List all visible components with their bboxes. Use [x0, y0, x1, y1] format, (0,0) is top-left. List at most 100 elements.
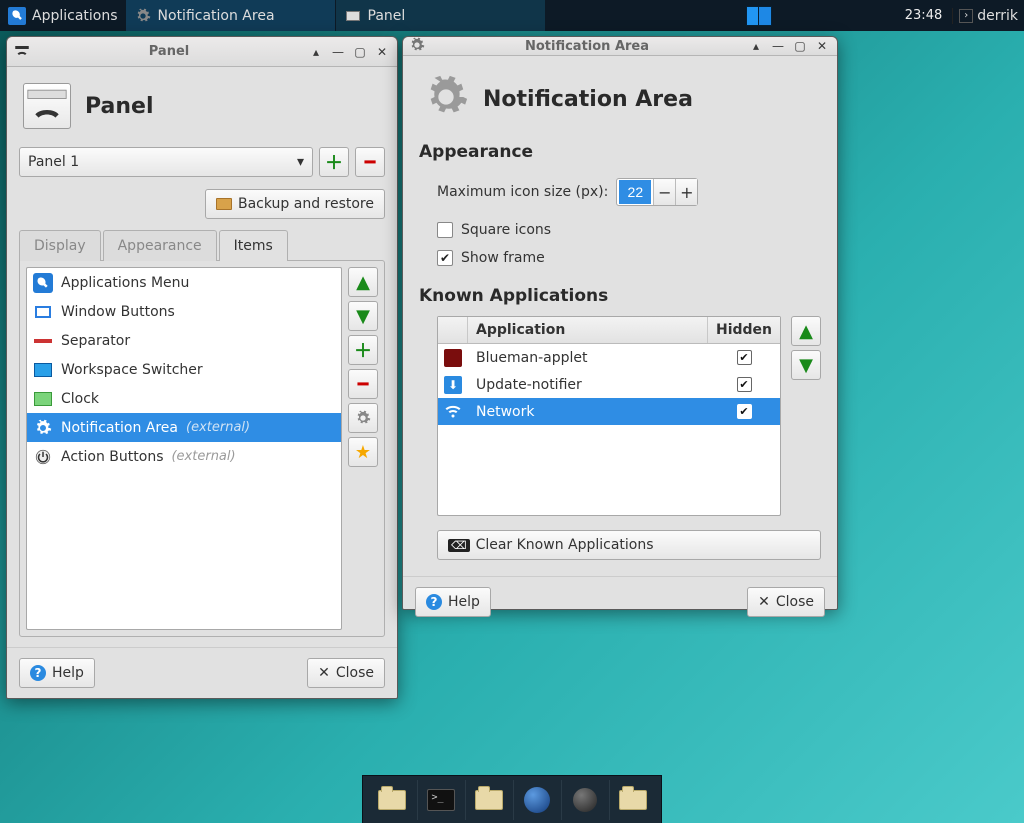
panel-icon [344, 7, 362, 25]
dock-home[interactable] [609, 780, 655, 820]
xfce-mouse-icon [8, 7, 26, 25]
taskbar-button-panel[interactable]: Panel [336, 0, 546, 31]
window-close-button[interactable]: ✕ [373, 43, 391, 61]
checkbox-icon [437, 250, 453, 266]
move-item-up-button[interactable]: ▲ [348, 267, 378, 297]
apps-menu-icon [33, 273, 53, 293]
move-app-up-button[interactable]: ▲ [791, 316, 821, 346]
clock[interactable]: 23:48 [895, 8, 952, 23]
backup-restore-label: Backup and restore [238, 196, 374, 212]
panel-item-label: Workspace Switcher [61, 362, 203, 378]
panel-item-label: Separator [61, 333, 130, 349]
max-icon-size-spinner[interactable]: − + [616, 178, 698, 206]
panel-item-label: Action Buttons [61, 449, 163, 465]
dock-file-manager-2[interactable] [465, 780, 511, 820]
item-about-button[interactable]: ★ [348, 437, 378, 467]
close-icon: ✕ [318, 665, 330, 681]
window-roll-up-button[interactable]: ▴ [307, 43, 325, 61]
window-maximize-button[interactable]: ▢ [351, 43, 369, 61]
gear-icon [423, 74, 469, 124]
panel-item-label: Applications Menu [61, 275, 189, 291]
tab-display[interactable]: Display [19, 230, 101, 261]
workspace-switcher[interactable] [743, 6, 775, 26]
close-icon: ✕ [758, 594, 770, 610]
dock-app-finder[interactable] [561, 780, 607, 820]
backup-restore-button[interactable]: Backup and restore [205, 189, 385, 219]
help-label: Help [52, 665, 84, 681]
taskbar-button-label: Notification Area [158, 8, 275, 24]
close-button[interactable]: ✕ Close [307, 658, 385, 688]
panel-items-list[interactable]: Applications Menu Window Buttons Separat… [26, 267, 342, 630]
help-icon: ? [30, 665, 46, 681]
remove-panel-button[interactable]: ━ [355, 147, 385, 177]
dock-terminal[interactable] [417, 780, 463, 820]
titlebar[interactable]: Notification Area ▴ — ▢ ✕ [403, 37, 837, 56]
add-item-button[interactable]: ＋ [348, 335, 378, 365]
known-app-row-update-notifier[interactable]: ⬇ Update-notifier [438, 371, 780, 398]
square-icons-checkbox-row[interactable]: Square icons [437, 222, 821, 238]
help-icon: ? [426, 594, 442, 610]
item-properties-button[interactable] [348, 403, 378, 433]
remove-item-button[interactable]: ━ [348, 369, 378, 399]
window-minimize-button[interactable]: — [769, 37, 787, 55]
panel-item-label: Clock [61, 391, 99, 407]
move-item-down-button[interactable]: ▼ [348, 301, 378, 331]
add-panel-button[interactable]: ＋ [319, 147, 349, 177]
dock-web-browser[interactable] [513, 780, 559, 820]
applications-menu-button[interactable]: Applications [0, 0, 126, 31]
square-icons-label: Square icons [461, 222, 551, 238]
bluetooth-icon [444, 349, 462, 367]
help-button[interactable]: ? Help [415, 587, 491, 617]
panel-item-clock[interactable]: Clock [27, 384, 341, 413]
tab-content: Applications Menu Window Buttons Separat… [19, 260, 385, 637]
max-icon-size-label: Maximum icon size (px): [437, 184, 608, 200]
panel-item-ext: (external) [171, 449, 235, 464]
hidden-checkbox[interactable] [737, 350, 752, 365]
gear-icon [33, 418, 53, 438]
panel-item-workspace-switcher[interactable]: Workspace Switcher [27, 355, 341, 384]
close-button[interactable]: ✕ Close [747, 587, 825, 617]
gear-icon [134, 7, 152, 25]
user-menu[interactable]: › derrik [952, 8, 1024, 24]
col-application[interactable]: Application [468, 317, 708, 343]
panel-item-separator[interactable]: Separator [27, 326, 341, 355]
hidden-checkbox[interactable] [737, 377, 752, 392]
known-app-row-blueman[interactable]: Blueman-applet [438, 344, 780, 371]
window-roll-up-button[interactable]: ▴ [747, 37, 765, 55]
tabs: Display Appearance Items [19, 229, 385, 260]
spinner-increment-button[interactable]: + [675, 179, 697, 205]
separator-icon [33, 331, 53, 351]
move-app-down-button[interactable]: ▼ [791, 350, 821, 380]
titlebar[interactable]: Panel ▴ — ▢ ✕ [7, 37, 397, 67]
clear-known-applications-button[interactable]: ⌫ Clear Known Applications [437, 530, 821, 560]
window-maximize-button[interactable]: ▢ [791, 37, 809, 55]
panel-item-applications-menu[interactable]: Applications Menu [27, 268, 341, 297]
window-buttons-icon [33, 302, 53, 322]
applications-menu-label: Applications [32, 8, 118, 24]
search-icon [573, 788, 597, 812]
panel-item-notification-area[interactable]: Notification Area (external) [27, 413, 341, 442]
max-icon-size-input[interactable] [619, 180, 651, 204]
known-app-row-network[interactable]: Network [438, 398, 780, 425]
hidden-checkbox[interactable] [737, 404, 752, 419]
close-label: Close [336, 665, 374, 681]
col-hidden[interactable]: Hidden [708, 317, 780, 343]
window-close-button[interactable]: ✕ [813, 37, 831, 55]
window-minimize-button[interactable]: — [329, 43, 347, 61]
taskbar-button-notification-area[interactable]: Notification Area [126, 0, 336, 31]
panel-item-label: Notification Area [61, 420, 178, 436]
known-applications-table[interactable]: Application Hidden Blueman-applet ⬇ Upda… [437, 316, 781, 516]
tab-appearance[interactable]: Appearance [103, 230, 217, 261]
folder-icon [216, 198, 232, 210]
help-button[interactable]: ? Help [19, 658, 95, 688]
panel-item-action-buttons[interactable]: Action Buttons (external) [27, 442, 341, 471]
tab-items[interactable]: Items [219, 230, 288, 261]
window-header-title: Panel [85, 94, 154, 119]
show-frame-checkbox-row[interactable]: Show frame [437, 250, 821, 266]
spinner-decrement-button[interactable]: − [653, 179, 675, 205]
panel-selector-dropdown[interactable]: Panel 1 ▾ [19, 147, 313, 177]
dock-file-manager[interactable] [369, 780, 415, 820]
panel-settings-window: Panel ▴ — ▢ ✕ Panel Panel 1 ▾ ＋ ━ Backup… [6, 36, 398, 699]
panel-item-window-buttons[interactable]: Window Buttons [27, 297, 341, 326]
window-header: Notification Area [419, 68, 821, 136]
